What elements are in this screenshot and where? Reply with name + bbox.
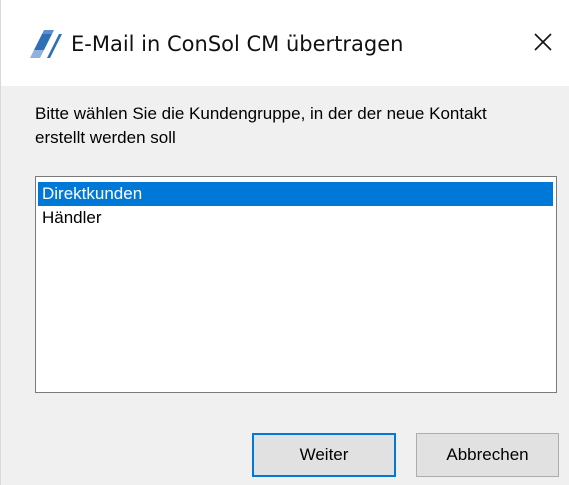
next-button[interactable]: Weiter xyxy=(252,433,396,477)
customer-group-listbox[interactable]: Direktkunden Händler xyxy=(35,176,557,393)
instruction-text: Bitte wählen Sie die Kundengruppe, in de… xyxy=(35,104,487,147)
list-item-haendler[interactable]: Händler xyxy=(38,206,553,230)
title-bar[interactable]: E-Mail in ConSol CM übertragen xyxy=(1,0,569,86)
dialog-window: E-Mail in ConSol CM übertragen Bitte wäh… xyxy=(0,0,569,485)
list-item-direktkunden[interactable]: Direktkunden xyxy=(38,182,553,206)
cancel-button[interactable]: Abbrechen xyxy=(416,433,559,477)
close-icon xyxy=(533,32,553,57)
window-title: E-Mail in ConSol CM übertragen xyxy=(71,32,404,56)
close-button[interactable] xyxy=(521,22,565,66)
consol-logo-icon xyxy=(30,30,62,58)
